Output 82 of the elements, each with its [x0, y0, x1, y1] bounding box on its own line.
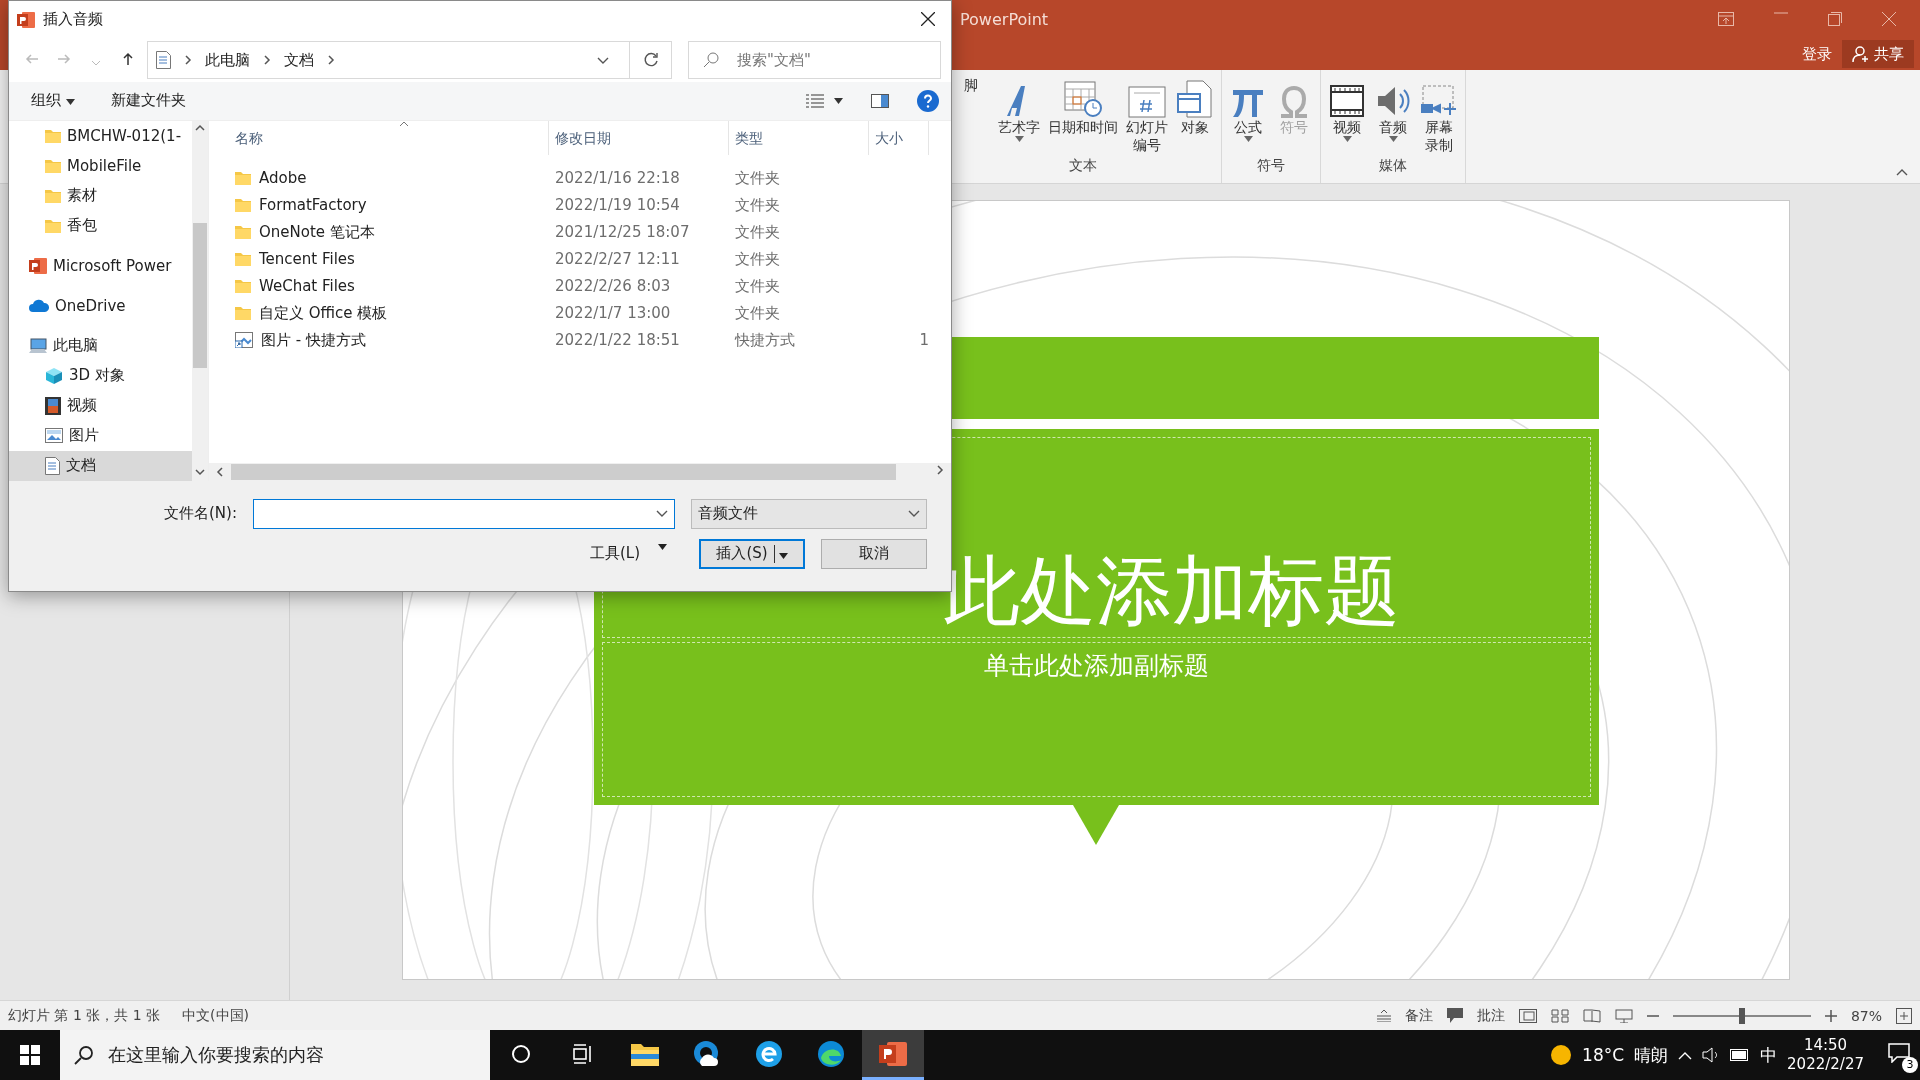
- modified-date: 2022/2/26 8:03: [554, 277, 672, 296]
- modified-date: 2022/1/16 22:18: [554, 169, 681, 188]
- ribbon-button[interactable]: 公式: [1226, 74, 1270, 157]
- sidebar-item[interactable]: 视频: [9, 390, 192, 421]
- file-row[interactable]: 图片 - 快捷方式 2022/1/22 18:51 快捷方式 1: [229, 326, 951, 354]
- modified-date: 2022/1/19 10:54: [554, 196, 681, 215]
- ribbon-button[interactable]: 脚: [949, 74, 993, 157]
- sidebar-item[interactable]: 此电脑: [9, 330, 192, 361]
- file-row[interactable]: Adobe 2022/1/16 22:18 文件夹: [229, 164, 951, 192]
- file-type: 文件夹: [734, 168, 781, 188]
- organize-menu[interactable]: 组织: [31, 91, 75, 111]
- ribbon-button[interactable]: 音频: [1371, 74, 1415, 157]
- file-name: 自定义 Office 模板: [259, 303, 388, 323]
- breadcrumb[interactable]: 此电脑: [205, 50, 250, 70]
- file-type: 快捷方式: [733, 330, 796, 350]
- slide-info: 幻灯片 第 1 张，共 1 张: [8, 1006, 161, 1025]
- ribbon-button[interactable]: 幻灯片 编号: [1123, 74, 1171, 157]
- file-row[interactable]: WeChat Files 2022/2/26 8:03 文件夹: [229, 272, 951, 300]
- file-type-dropdown[interactable]: 音频文件: [691, 498, 927, 529]
- address-bar[interactable]: 此电脑 文档: [147, 41, 672, 80]
- breadcrumb[interactable]: 文档: [284, 50, 314, 70]
- file-row[interactable]: Tencent Files 2022/2/27 12:11 文件夹: [229, 245, 951, 273]
- file-name: OneNote 笔记本: [259, 222, 375, 242]
- file-type: 文件夹: [734, 222, 781, 242]
- group-label: 文本: [1068, 157, 1098, 175]
- filename-label: 文件名(N):: [164, 504, 237, 524]
- column-header[interactable]: 类型: [729, 120, 869, 155]
- input-method[interactable]: 中: [1760, 1043, 1778, 1067]
- cancel-button[interactable]: 取消: [821, 538, 927, 569]
- window-title: PowerPoint: [960, 9, 1049, 29]
- sidebar-item[interactable]: 素材: [9, 180, 192, 211]
- share-button[interactable]: 共享: [1842, 40, 1914, 68]
- clock[interactable]: 14:50 2022/2/27: [1787, 1036, 1864, 1074]
- file-row[interactable]: OneNote 笔记本 2021/12/25 18:07 文件夹: [229, 218, 951, 246]
- file-type: 文件夹: [734, 195, 781, 215]
- ribbon-button[interactable]: 视频: [1325, 74, 1369, 157]
- file-name: Adobe: [259, 169, 307, 188]
- ribbon-button[interactable]: 艺术字: [995, 74, 1043, 157]
- file-size: 1: [918, 331, 929, 350]
- file-row[interactable]: 自定义 Office 模板 2022/1/7 13:00 文件夹: [229, 299, 951, 327]
- temperature[interactable]: 18°C: [1582, 1045, 1625, 1065]
- column-header[interactable]: 修改日期: [549, 120, 729, 155]
- ribbon-button[interactable]: 日期和时间: [1045, 74, 1121, 157]
- tools-menu[interactable]: 工具(L): [583, 543, 673, 565]
- file-type: 文件夹: [734, 249, 781, 269]
- sign-in-link[interactable]: 登录: [1802, 44, 1832, 64]
- modified-date: 2022/2/27 12:11: [554, 250, 681, 269]
- insert-button[interactable]: 插入(S): [699, 538, 805, 569]
- notification-badge: 3: [1902, 1057, 1918, 1073]
- file-name: 图片 - 快捷方式: [261, 330, 366, 350]
- modified-date: 2021/12/25 18:07: [554, 223, 691, 242]
- sidebar-item[interactable]: 图片: [9, 420, 192, 451]
- column-header[interactable]: 名称: [229, 120, 549, 155]
- comments-label[interactable]: 批注: [1476, 1006, 1505, 1025]
- language-label[interactable]: 中文(中国): [182, 1006, 249, 1025]
- sidebar-item[interactable]: 3D 对象: [9, 360, 192, 391]
- file-type: 文件夹: [734, 276, 781, 296]
- sidebar-item[interactable]: Microsoft Power: [9, 250, 192, 281]
- file-name: WeChat Files: [259, 277, 355, 296]
- search-field[interactable]: 搜索"文档": [688, 41, 941, 80]
- notes-label[interactable]: 备注: [1404, 1006, 1433, 1025]
- sidebar-item[interactable]: BMCHW-012(1-: [9, 120, 192, 151]
- sidebar-item[interactable]: MobileFile: [9, 150, 192, 181]
- sidebar-item[interactable]: 文档: [9, 450, 192, 481]
- weather-condition[interactable]: 晴朗: [1634, 1043, 1669, 1067]
- ribbon-button[interactable]: 对象: [1173, 74, 1217, 157]
- file-name: Tencent Files: [259, 250, 355, 269]
- file-row[interactable]: FormatFactory 2022/1/19 10:54 文件夹: [229, 191, 951, 219]
- file-name: FormatFactory: [259, 196, 367, 215]
- taskbar-search-field[interactable]: 在这里输入你要搜索的内容: [60, 1030, 490, 1080]
- file-type: 文件夹: [734, 303, 781, 323]
- modified-date: 2022/1/22 18:51: [554, 331, 681, 350]
- modified-date: 2022/1/7 13:00: [554, 304, 672, 323]
- column-header[interactable]: 大小: [869, 120, 929, 155]
- dialog-title: 插入音频: [43, 10, 103, 30]
- zoom-level[interactable]: 87%: [1850, 1007, 1882, 1024]
- ribbon-button[interactable]: 屏幕 录制: [1417, 74, 1461, 157]
- new-folder-button[interactable]: 新建文件夹: [110, 91, 186, 111]
- group-label: 符号: [1256, 157, 1286, 175]
- sidebar-item[interactable]: OneDrive: [9, 290, 192, 321]
- sidebar-item[interactable]: 香包: [9, 210, 192, 241]
- group-label: 媒体: [1378, 157, 1408, 175]
